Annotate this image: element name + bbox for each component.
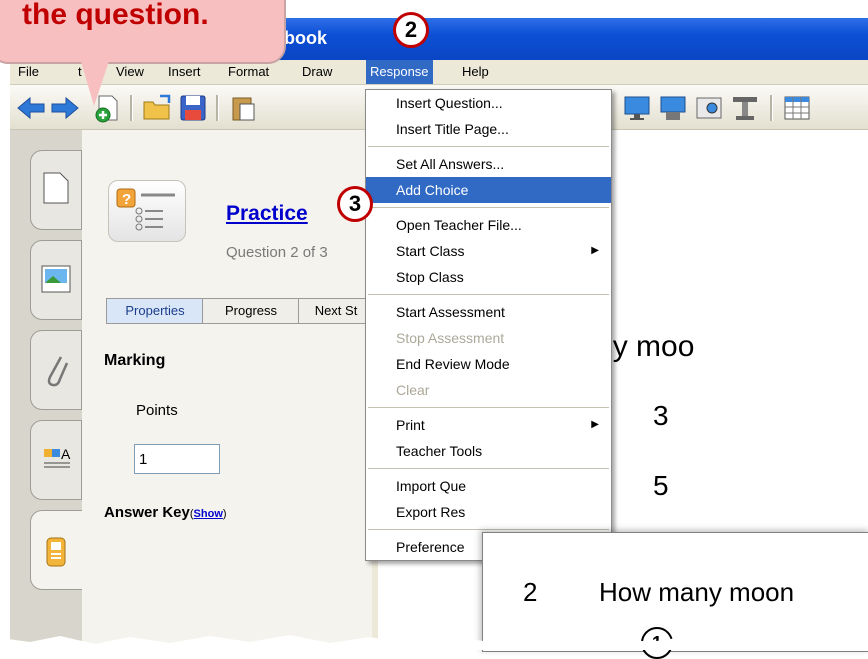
menu-separator	[368, 407, 609, 408]
menu-separator	[368, 468, 609, 469]
tab-gallery[interactable]	[30, 240, 82, 320]
paste-icon[interactable]	[228, 93, 258, 123]
menu-item-open-teacher-file[interactable]: Open Teacher File...	[366, 212, 611, 238]
instruction-callout: the question.	[0, 0, 286, 64]
answer-key-label: Answer Key	[104, 504, 190, 521]
menu-separator	[368, 529, 609, 530]
properties-icon: A	[44, 447, 71, 468]
response-device-icon	[46, 537, 66, 567]
preview-question-number: 2	[523, 577, 538, 607]
menu-item-teacher-tools[interactable]: Teacher Tools	[366, 438, 611, 464]
back-arrow-icon[interactable]	[16, 93, 46, 123]
submenu-arrow-icon: ▶	[591, 419, 599, 430]
menu-item-set-all-answers[interactable]: Set All Answers...	[366, 151, 611, 177]
menu-separator	[368, 207, 609, 208]
toolbar-separator	[770, 95, 773, 121]
answer-key-heading: Answer Key(Show)	[104, 504, 227, 521]
properties-panel: ? Practice Question 2 of 3 Properties Pr…	[82, 130, 374, 650]
menu-separator	[368, 294, 609, 295]
print-label: Print	[396, 417, 425, 433]
show-close-paren: )	[222, 508, 227, 520]
svg-text:?: ?	[122, 191, 131, 208]
menu-item-import-questions[interactable]: Import Que	[366, 473, 611, 499]
tab-properties[interactable]: A	[30, 420, 82, 500]
answer-choice: 3	[653, 400, 669, 431]
menu-item-stop-assessment: Stop Assessment	[396, 330, 505, 346]
tab-progress[interactable]: Progress	[202, 298, 300, 324]
step-3-marker: 3	[337, 186, 373, 222]
tool-icon[interactable]	[730, 93, 760, 123]
menu-draw[interactable]: Draw	[298, 60, 336, 84]
answer-choice: 5	[653, 470, 669, 501]
start-class-label: Start Class	[396, 243, 465, 259]
menu-item-clear: Clear	[396, 382, 430, 398]
monitor-icon[interactable]	[622, 93, 652, 123]
menu-response[interactable]: Response	[366, 60, 433, 84]
preview-question-text: How many moon	[599, 577, 795, 607]
question-title-link[interactable]: Practice	[226, 202, 308, 226]
menu-item-start-assessment[interactable]: Start Assessment	[366, 299, 611, 325]
menu-item-end-review-mode[interactable]: End Review Mode	[366, 351, 611, 377]
forward-arrow-icon[interactable]	[50, 93, 80, 123]
page-icon	[43, 172, 69, 204]
tab-properties-panel[interactable]: Properties	[106, 298, 204, 324]
open-folder-icon[interactable]	[142, 93, 172, 123]
camera-icon[interactable]	[694, 93, 724, 123]
save-icon[interactable]	[178, 93, 208, 123]
menu-item-export-results[interactable]: Export Res	[366, 499, 611, 525]
question-position: Question 2 of 3	[226, 244, 328, 261]
paperclip-icon	[47, 356, 69, 387]
toolbar-separator	[130, 95, 133, 121]
menu-separator	[368, 146, 609, 147]
question-type-icon: ?	[108, 180, 186, 242]
projector-icon[interactable]	[658, 93, 688, 123]
marking-heading: Marking	[104, 352, 166, 369]
image-icon	[41, 265, 71, 293]
show-answer-key-link[interactable]: Show	[194, 508, 223, 520]
tab-attachments[interactable]	[30, 330, 82, 410]
points-input[interactable]: 1	[134, 444, 220, 474]
svg-text:A: A	[61, 447, 71, 462]
menu-item-insert-title-page[interactable]: Insert Title Page...	[366, 116, 611, 142]
callout-text: the question.	[22, 0, 209, 31]
torn-edge-decoration	[0, 630, 868, 650]
tab-next-steps[interactable]: Next St	[298, 298, 374, 324]
menu-item-insert-question[interactable]: Insert Question...	[366, 90, 611, 116]
menu-help[interactable]: Help	[458, 60, 493, 84]
points-label: Points	[136, 402, 178, 419]
side-tab-strip: A	[10, 130, 86, 650]
menu-item-start-class[interactable]: Start Class ▶	[366, 238, 611, 264]
table-icon[interactable]	[782, 93, 812, 123]
callout-pointer	[80, 58, 110, 106]
submenu-arrow-icon: ▶	[591, 245, 599, 256]
menu-item-stop-class[interactable]: Stop Class	[366, 264, 611, 290]
menu-item-add-choice[interactable]: Add Choice	[366, 177, 611, 203]
menu-item-print[interactable]: Print ▶	[366, 412, 611, 438]
step-2-marker: 2	[393, 12, 429, 48]
response-menu: Insert Question... Insert Title Page... …	[365, 89, 612, 561]
tab-response[interactable]	[30, 510, 86, 590]
tab-pages[interactable]	[30, 150, 82, 230]
toolbar-separator	[216, 95, 219, 121]
